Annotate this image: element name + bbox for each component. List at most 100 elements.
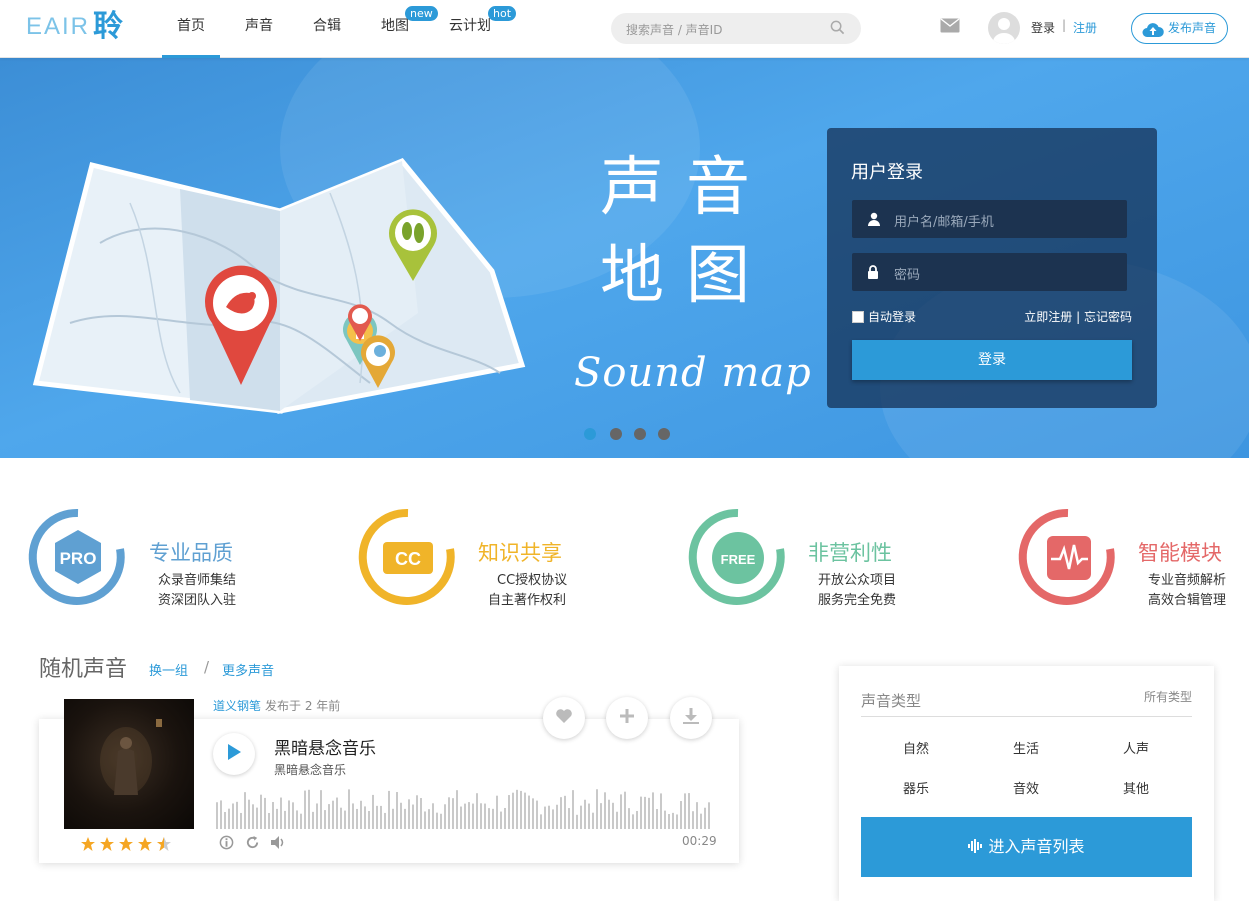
waveform-icon [1018,508,1115,605]
banner-subtitle: Sound map [574,350,812,396]
username-placeholder: 用户名/邮箱/手机 [894,215,994,230]
add-to-collection-button[interactable] [606,697,648,739]
search-placeholder: 搜索声音 / 声音ID [626,23,723,37]
banner-title-char-2: 音 [686,151,750,225]
hot-badge: hot [488,6,517,21]
sound-publish-time: 发布于 2 年前 [265,699,341,713]
type-nature[interactable]: 自然 [886,738,946,757]
map-illustration [32,157,526,415]
loop-icon[interactable] [245,835,260,854]
info-icon[interactable] [219,835,234,854]
feature-smart: 智能模块 专业音频解析 高效合辑管理 [1018,507,1249,609]
login-title: 用户登录 [851,162,923,183]
svg-text:FREE: FREE [721,552,756,567]
waveform-bars-icon [968,818,984,878]
lock-icon [867,264,879,283]
carousel-dot-4[interactable] [658,428,670,440]
header-register-link[interactable]: 注册 [1073,19,1097,36]
new-badge: new [405,6,438,21]
feature-line: 众录音师集结 [158,573,237,588]
login-links: 立即注册 | 忘记密码 [1024,308,1132,325]
type-life[interactable]: 生活 [996,738,1056,757]
feature-line: 资深团队入驻 [158,593,237,608]
header-separator: | [1062,18,1067,32]
volume-icon[interactable] [270,835,286,854]
feature-title: 知识共享 [478,541,562,565]
cc-icon: CC [358,508,455,605]
carousel-dot-3[interactable] [634,428,646,440]
feature-line: 开放公众项目 [818,573,897,588]
banner-title-char-1: 声 [600,151,664,225]
sound-duration: 00:29 [682,834,717,848]
sound-thumbnail[interactable] [64,699,194,829]
sound-title[interactable]: 黑暗悬念音乐 [274,734,376,759]
feature-line: 自主著作权利 [488,593,567,608]
logo-char: 聆 [93,9,124,44]
user-icon [867,211,881,230]
download-icon [682,707,700,729]
username-field[interactable]: 用户名/邮箱/手机 [852,200,1127,238]
download-button[interactable] [670,697,712,739]
types-divider [861,716,1192,717]
forgot-password-link[interactable]: 忘记密码 [1084,310,1132,324]
swap-link[interactable]: 换一组 [149,660,188,679]
like-button[interactable] [543,697,585,739]
login-submit-button[interactable]: 登录 [852,340,1132,380]
register-now-link[interactable]: 立即注册 [1024,310,1072,324]
feature-line: 服务完全免费 [818,593,897,608]
feature-pro: PRO 专业品质 众录音师集结 资深团队入驻 [28,507,328,609]
type-other[interactable]: 其他 [1106,778,1166,797]
nav-cloud-plan[interactable]: 云计划 hot [440,0,517,58]
more-sounds-link[interactable]: 更多声音 [222,660,274,679]
heart-icon [555,708,573,728]
section-divider: / [204,658,210,676]
plus-icon [619,708,635,728]
feature-line: 专业音频解析 [1148,573,1227,588]
type-voice[interactable]: 人声 [1106,738,1166,757]
avatar[interactable] [988,12,1020,44]
banner-title-char-3: 地 [600,239,664,313]
waveform[interactable] [216,785,714,829]
section-title: 随机声音 [39,657,128,682]
rating-stars [80,836,180,856]
nav-map[interactable]: 地图 new [368,0,438,58]
top-header: EAIR 聆 首页 声音 合辑 地图 new 云计划 hot 搜索声音 / 声音… [0,0,1249,58]
site-logo[interactable]: EAIR 聆 [26,9,123,45]
carousel-dot-1[interactable] [584,428,596,440]
nav-collections[interactable]: 合辑 [300,0,354,58]
free-icon: FREE [688,508,785,605]
carousel-dot-2[interactable] [610,428,622,440]
feature-line: CC授权协议 [497,573,568,588]
play-icon [226,743,242,765]
publish-sound-button[interactable]: 发布声音 [1131,13,1228,44]
logo-text: EAIR [26,13,91,40]
cloud-upload-icon [1142,20,1164,49]
feature-line: 高效合辑管理 [1148,593,1227,608]
type-instrument[interactable]: 器乐 [886,778,946,797]
login-panel: 用户登录 用户名/邮箱/手机 密码 自动登录 立即注册 | 忘记密码 登录 [827,128,1157,408]
nav-sounds[interactable]: 声音 [232,0,286,58]
svg-text:CC: CC [395,549,421,569]
feature-cc: CC 知识共享 CC授权协议 自主著作权利 [358,507,658,609]
feature-title: 非营利性 [808,541,892,565]
sound-types-panel: 声音类型 所有类型 自然 生活 人声 器乐 音效 其他 进入声音列表 [839,666,1214,901]
feature-title: 智能模块 [1138,541,1222,565]
enter-sound-list-button[interactable]: 进入声音列表 [861,817,1192,877]
password-field[interactable]: 密码 [852,253,1127,291]
search-icon[interactable] [830,20,845,39]
pro-icon: PRO [28,508,125,605]
checkbox-box[interactable] [852,310,864,323]
auto-login-checkbox[interactable]: 自动登录 [852,308,916,325]
all-types-link[interactable]: 所有类型 [1144,688,1192,705]
mail-icon[interactable] [940,18,960,37]
search-input[interactable]: 搜索声音 / 声音ID [611,13,861,44]
nav-home[interactable]: 首页 [162,0,220,58]
login-links-separator: | [1076,310,1081,324]
type-sfx[interactable]: 音效 [996,778,1056,797]
types-title: 声音类型 [861,692,922,710]
sound-author[interactable]: 道义钢笔 [213,697,261,714]
feature-title: 专业品质 [149,541,233,565]
svg-text:PRO: PRO [60,549,97,568]
header-login-link[interactable]: 登录 [1031,19,1055,36]
play-button[interactable] [213,733,255,775]
